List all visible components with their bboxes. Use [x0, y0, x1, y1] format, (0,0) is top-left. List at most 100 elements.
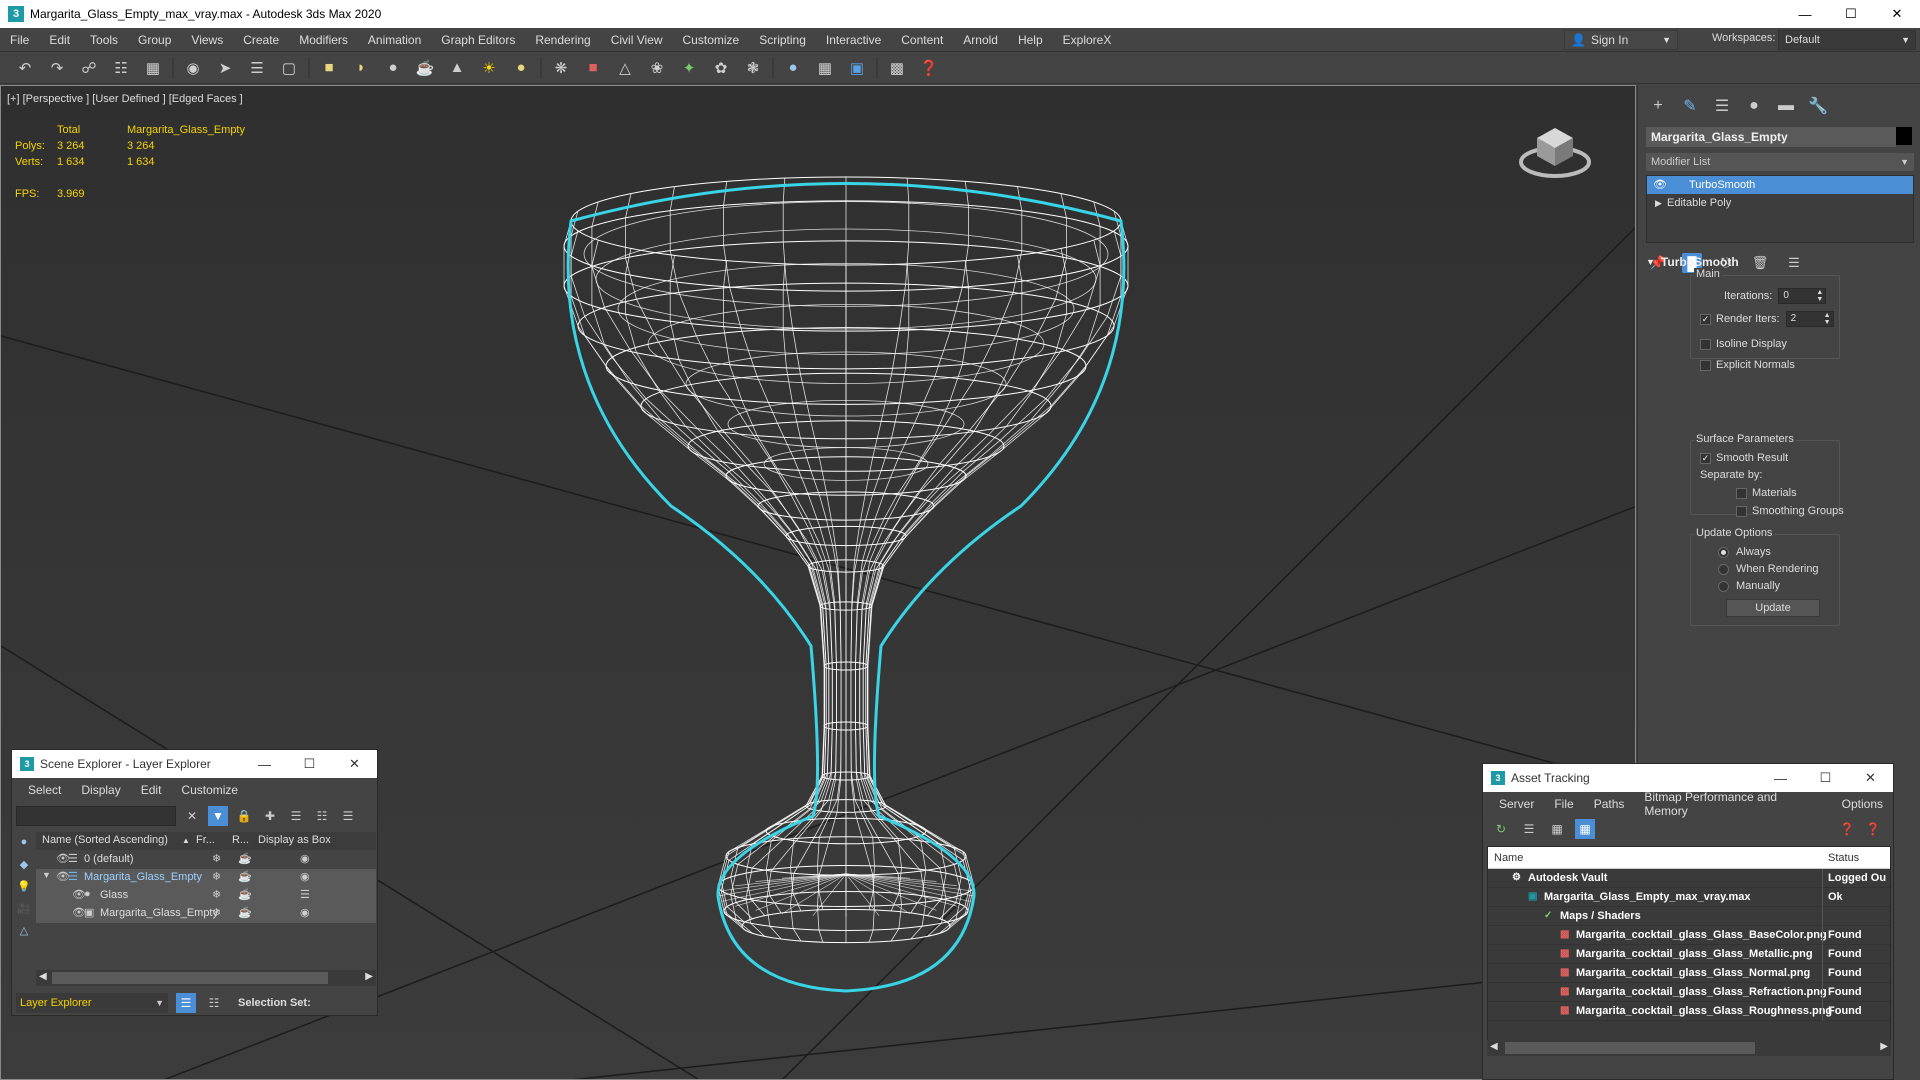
- menu-group[interactable]: Group: [128, 33, 181, 47]
- rectangular-selection-icon[interactable]: ▢: [276, 55, 302, 81]
- geometry-filter-icon[interactable]: ●: [14, 832, 34, 852]
- horizontal-scrollbar[interactable]: ◀ ▶: [1487, 1040, 1891, 1056]
- menu-tools[interactable]: Tools: [80, 33, 128, 47]
- undo-icon[interactable]: ↶: [12, 55, 38, 81]
- hair-icon[interactable]: ✿: [708, 55, 734, 81]
- scene-explorer-title-bar[interactable]: 3 Scene Explorer - Layer Explorer — ☐ ✕: [12, 750, 377, 778]
- scroll-right-icon[interactable]: ▶: [365, 971, 373, 982]
- asset-row-png[interactable]: ▩ Margarita_cocktail_glass_Glass_Refract…: [1488, 983, 1890, 1002]
- column-render[interactable]: R...: [232, 834, 249, 846]
- sphere-primitive-icon[interactable]: ●: [380, 55, 406, 81]
- expand-triangle-icon[interactable]: ▶: [1655, 194, 1662, 212]
- menu-file[interactable]: File: [1544, 797, 1583, 811]
- material-editor-icon[interactable]: ▩: [884, 55, 910, 81]
- display-tab-icon[interactable]: ▬: [1774, 95, 1798, 117]
- explorer-type-dropdown[interactable]: Layer Explorer ▼: [16, 993, 168, 1013]
- omni-light-icon[interactable]: ●: [508, 55, 534, 81]
- materials-checkbox[interactable]: [1736, 487, 1747, 499]
- menu-customize[interactable]: Customize: [171, 783, 248, 797]
- minimize-button[interactable]: —: [242, 750, 287, 778]
- selection-set-icon[interactable]: ☷: [204, 993, 224, 1013]
- menu-arnold[interactable]: Arnold: [953, 33, 1008, 47]
- menu-views[interactable]: Views: [181, 33, 233, 47]
- modify-tab-icon[interactable]: ✎: [1678, 95, 1702, 117]
- shapes-filter-icon[interactable]: ◆: [14, 854, 34, 874]
- maximize-button[interactable]: ☐: [1803, 764, 1848, 792]
- spinner-arrows-icon[interactable]: ▲ ▼: [1816, 289, 1823, 303]
- layer-stack-icon[interactable]: ☰: [286, 806, 306, 826]
- maximize-button[interactable]: ☐: [287, 750, 332, 778]
- display-box-icon[interactable]: ◉: [300, 852, 310, 865]
- column-display-as-box[interactable]: Display as Box: [258, 834, 331, 846]
- render-teapot-icon[interactable]: ☕: [238, 870, 252, 883]
- cone-primitive-icon[interactable]: ▲: [444, 55, 470, 81]
- object-color-swatch[interactable]: [1896, 127, 1912, 145]
- stack-item-editable-poly[interactable]: ▶ Editable Poly: [1647, 194, 1913, 212]
- bind-space-warp-icon[interactable]: ▦: [140, 55, 166, 81]
- asset-row-png[interactable]: ▩ Margarita_cocktail_glass_Glass_Normal.…: [1488, 964, 1890, 983]
- menu-file[interactable]: File: [0, 33, 39, 47]
- help-icon[interactable]: ❓: [916, 55, 942, 81]
- smooth-result-checkbox[interactable]: ✓: [1700, 452, 1711, 464]
- select-link-icon[interactable]: ☍: [76, 55, 102, 81]
- menu-edit[interactable]: Edit: [39, 33, 80, 47]
- menu-select[interactable]: Select: [18, 783, 71, 797]
- menu-options[interactable]: Options: [1832, 797, 1893, 811]
- menu-customize[interactable]: Customize: [673, 33, 750, 47]
- display-box-icon[interactable]: ◉: [300, 906, 310, 919]
- asset-row-png[interactable]: ▩ Margarita_cocktail_glass_Glass_Metalli…: [1488, 945, 1890, 964]
- asset-row-png[interactable]: ▩ Margarita_cocktail_glass_Glass_Roughne…: [1488, 1002, 1890, 1021]
- menu-bitmap-performance[interactable]: Bitmap Performance and Memory: [1634, 790, 1831, 818]
- object-name-field[interactable]: Margarita_Glass_Empty: [1646, 127, 1896, 147]
- turbosmooth-rollout-header[interactable]: ▼ TurboSmooth: [1646, 255, 1739, 269]
- teapot-primitive-icon[interactable]: ☕: [412, 55, 438, 81]
- maximize-button[interactable]: ☐: [1828, 0, 1874, 28]
- asset-tracking-title-bar[interactable]: 3 Asset Tracking — ☐ ✕: [1483, 764, 1893, 792]
- render-iters-spinner[interactable]: 2 ▲ ▼: [1785, 311, 1834, 327]
- motion-tab-icon[interactable]: ●: [1742, 95, 1766, 117]
- collapse-triangle-icon[interactable]: ▼: [42, 870, 51, 880]
- vray-fur-icon[interactable]: ❀: [644, 55, 670, 81]
- helpers-filter-icon[interactable]: △: [14, 920, 34, 940]
- freeze-icon[interactable]: ❄: [212, 852, 221, 865]
- column-status[interactable]: Status: [1828, 852, 1859, 864]
- always-radio[interactable]: [1718, 546, 1729, 558]
- tree-row-glass[interactable]: 👁 ● Glass ❄ ☕ ☰: [36, 887, 376, 905]
- select-by-name-icon[interactable]: ☰: [244, 55, 270, 81]
- list-view-icon[interactable]: ☰: [1519, 819, 1539, 839]
- menu-edit[interactable]: Edit: [131, 783, 172, 797]
- hierarchy-icon[interactable]: ☷: [312, 806, 332, 826]
- redo-icon[interactable]: ↷: [44, 55, 70, 81]
- render-teapot-icon[interactable]: ☕: [238, 852, 252, 865]
- freeze-icon[interactable]: ❄: [212, 888, 221, 901]
- minimize-button[interactable]: —: [1782, 0, 1828, 28]
- selection-filter-icon[interactable]: ◉: [180, 55, 206, 81]
- asset-row-maps[interactable]: ✓ Maps / Shaders: [1488, 907, 1890, 926]
- update-button[interactable]: Update: [1726, 599, 1820, 617]
- scene-search-input[interactable]: [16, 806, 176, 826]
- column-name[interactable]: Name: [1494, 852, 1523, 864]
- explicit-normals-checkbox[interactable]: [1700, 359, 1711, 371]
- display-box-icon[interactable]: ◉: [300, 870, 310, 883]
- particle-system-icon[interactable]: ❋: [548, 55, 574, 81]
- menu-animation[interactable]: Animation: [358, 33, 431, 47]
- close-button[interactable]: ✕: [332, 750, 377, 778]
- spinner-arrows-icon[interactable]: ▲ ▼: [1824, 312, 1831, 326]
- vray-grass-icon[interactable]: ✦: [676, 55, 702, 81]
- close-button[interactable]: ✕: [1874, 0, 1920, 28]
- tree-row-margarita-object[interactable]: 👁 ▣ Margarita_Glass_Empty ❄ ☕ ◉: [36, 905, 376, 923]
- manually-radio[interactable]: [1718, 580, 1729, 592]
- menu-paths[interactable]: Paths: [1584, 797, 1635, 811]
- freeze-icon[interactable]: ❄: [212, 906, 221, 919]
- scroll-left-icon[interactable]: ◀: [1490, 1041, 1498, 1052]
- close-button[interactable]: ✕: [1848, 764, 1893, 792]
- help-icon[interactable]: ❓: [1837, 819, 1857, 839]
- render-iters-checkbox[interactable]: ✓: [1700, 313, 1711, 325]
- remove-modifier-icon[interactable]: 🗑: [1750, 253, 1770, 273]
- cameras-filter-icon[interactable]: 🎥: [14, 898, 34, 918]
- lock-icon[interactable]: 🔒: [234, 806, 254, 826]
- column-freeze[interactable]: Fr...: [196, 834, 215, 846]
- menu-scripting[interactable]: Scripting: [749, 33, 816, 47]
- select-object-icon[interactable]: ➤: [212, 55, 238, 81]
- menu-explorex[interactable]: ExploreX: [1053, 33, 1122, 47]
